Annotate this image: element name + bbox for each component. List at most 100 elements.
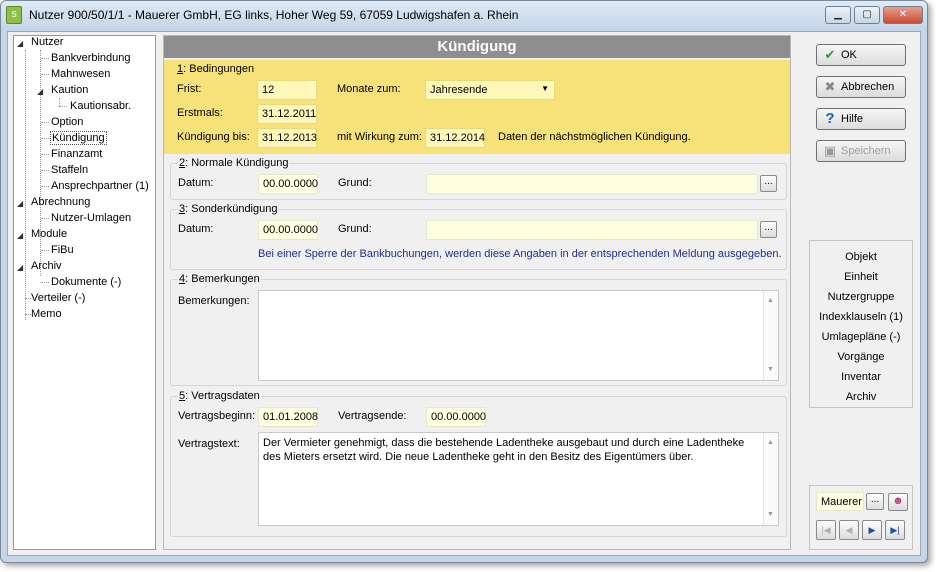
tree-item-bankverbindung[interactable]: Bankverbindung bbox=[51, 52, 131, 64]
check-icon: ✔ bbox=[824, 47, 836, 62]
people-icon[interactable]: ☻ bbox=[888, 493, 908, 511]
frist-label: Frist: bbox=[177, 83, 202, 95]
help-button[interactable]: ? Hilfe bbox=[816, 108, 906, 130]
kuendigung-bis-field[interactable]: 31.12.2013 bbox=[257, 128, 317, 148]
datum-label: Datum: bbox=[178, 223, 214, 235]
expand-icon[interactable]: ◢ bbox=[17, 39, 23, 48]
scroll-down-icon[interactable]: ▼ bbox=[767, 508, 774, 522]
datum-field[interactable]: 00.00.0000 bbox=[258, 220, 318, 240]
scroll-up-icon[interactable]: ▲ bbox=[767, 436, 774, 450]
tree-item-nutzer[interactable]: Nutzer bbox=[31, 36, 63, 48]
main-panel: Kündigung 1: Bedingungen Frist: 12 Monat… bbox=[163, 35, 791, 550]
normale-kuendigung-group: 2: Normale Kündigung Datum: 00.00.0000 G… bbox=[167, 156, 787, 200]
chevron-down-icon: ▼ bbox=[541, 84, 549, 93]
erstmals-field[interactable]: 31.12.2011 bbox=[257, 104, 317, 124]
tree-item-memo[interactable]: Memo bbox=[31, 308, 62, 320]
app-icon: S bbox=[6, 6, 22, 24]
cancel-icon: ✖ bbox=[824, 79, 836, 94]
grund-field[interactable] bbox=[426, 174, 758, 194]
grund-field[interactable] bbox=[426, 220, 758, 240]
erstmals-label: Erstmals: bbox=[177, 107, 223, 119]
monate-select[interactable]: Jahresende ▼ bbox=[425, 80, 555, 100]
kuendigung-bis-label: Kündigung bis: bbox=[177, 131, 250, 143]
group-title: 3: Sonderkündigung bbox=[178, 203, 279, 215]
application-window: S Nutzer 900/50/1/1 - Mauerer GmbH, EG l… bbox=[0, 0, 928, 563]
group-title: 4: Bemerkungen bbox=[178, 273, 261, 285]
vertragstext-textarea[interactable]: Der Vermieter genehmigt, dass die besteh… bbox=[258, 432, 779, 526]
link-inventar[interactable]: Inventar bbox=[810, 371, 912, 383]
tree-item-dokumente[interactable]: Dokumente (-) bbox=[51, 276, 121, 288]
vertragsende-field[interactable]: 00.00.0000 bbox=[426, 407, 486, 427]
link-archiv[interactable]: Archiv bbox=[810, 391, 912, 403]
link-indexklauseln[interactable]: Indexklauseln (1) bbox=[810, 311, 912, 323]
tree-item-nutzer-umlagen[interactable]: Nutzer-Umlagen bbox=[51, 212, 131, 224]
tree-item-module[interactable]: Module bbox=[31, 228, 67, 240]
tree-item-mahnwesen[interactable]: Mahnwesen bbox=[51, 68, 110, 80]
close-button[interactable]: ✕ bbox=[883, 6, 923, 24]
sonderkuendigung-group: 3: Sonderkündigung Datum: 00.00.0000 Gru… bbox=[167, 202, 787, 270]
scrollbar[interactable]: ▲ ▼ bbox=[763, 433, 778, 525]
ok-button[interactable]: ✔ OK bbox=[816, 44, 906, 66]
maximize-button[interactable]: ▢ bbox=[854, 6, 880, 24]
tree-item-option[interactable]: Option bbox=[51, 116, 83, 128]
tree-item-staffeln[interactable]: Staffeln bbox=[51, 164, 88, 176]
expand-icon[interactable]: ◢ bbox=[17, 199, 23, 208]
last-record-button[interactable]: ▶| bbox=[885, 520, 905, 540]
cancel-button[interactable]: ✖ Abbrechen bbox=[816, 76, 906, 98]
tree-item-archiv[interactable]: Archiv bbox=[31, 260, 62, 272]
vertragsbeginn-field[interactable]: 01.01.2008 bbox=[258, 407, 318, 427]
link-nutzergruppe[interactable]: Nutzergruppe bbox=[810, 291, 912, 303]
navigation-tree: ◢ Nutzer Bankverbindung Mahnwesen ◢ Kaut… bbox=[13, 35, 156, 550]
link-vorgaenge[interactable]: Vorgänge bbox=[810, 351, 912, 363]
save-button[interactable]: ▣ Speichern bbox=[816, 140, 906, 162]
browse-button[interactable]: ... bbox=[760, 175, 777, 192]
tree-item-kaution[interactable]: Kaution bbox=[51, 84, 88, 96]
record-name-field[interactable]: Mauerer bbox=[816, 492, 864, 511]
prev-record-button[interactable]: ◀ bbox=[839, 520, 859, 540]
link-umlageplaene[interactable]: Umlagepläne (-) bbox=[810, 331, 912, 343]
expand-icon[interactable]: ◢ bbox=[37, 87, 43, 96]
floppy-disk-icon: ▣ bbox=[823, 143, 837, 158]
minimize-button[interactable]: ▁ bbox=[825, 6, 851, 24]
tree-item-verteiler[interactable]: Verteiler (-) bbox=[31, 292, 85, 304]
bemerkungen-label: Bemerkungen: bbox=[178, 295, 250, 307]
tree-item-finanzamt[interactable]: Finanzamt bbox=[51, 148, 102, 160]
browse-button[interactable]: ... bbox=[760, 221, 777, 238]
next-record-button[interactable]: ▶ bbox=[862, 520, 882, 540]
bemerkungen-textarea[interactable]: ▲ ▼ bbox=[258, 290, 779, 381]
title-bar: S Nutzer 900/50/1/1 - Mauerer GmbH, EG l… bbox=[1, 1, 927, 31]
grund-label: Grund: bbox=[338, 223, 372, 235]
info-text: Bei einer Sperre der Bankbuchungen, werd… bbox=[258, 248, 782, 260]
frist-field[interactable]: 12 bbox=[257, 80, 317, 100]
scrollbar[interactable]: ▲ ▼ bbox=[763, 291, 778, 380]
vertragstext-label: Vertragstext: bbox=[178, 438, 240, 450]
vertragsende-label: Vertragsende: bbox=[338, 410, 407, 422]
expand-icon[interactable]: ◢ bbox=[17, 263, 23, 272]
tree-item-fibu[interactable]: FiBu bbox=[51, 244, 74, 256]
bedingungen-group: 1: Bedingungen Frist: 12 Monate zum: Jah… bbox=[164, 60, 790, 154]
window-title: Nutzer 900/50/1/1 - Mauerer GmbH, EG lin… bbox=[29, 8, 519, 22]
group-title: 1: Bedingungen bbox=[177, 63, 255, 75]
link-einheit[interactable]: Einheit bbox=[810, 271, 912, 283]
wirkung-label: mit Wirkung zum: bbox=[337, 131, 422, 143]
first-record-button[interactable]: |◀ bbox=[816, 520, 836, 540]
link-objekt[interactable]: Objekt bbox=[810, 251, 912, 263]
expand-icon[interactable]: ◢ bbox=[17, 231, 23, 240]
record-navigator: Mauerer ... ☻ |◀ ◀ ▶ ▶| bbox=[809, 485, 913, 550]
record-browse-button[interactable]: ... bbox=[866, 493, 884, 510]
datum-field[interactable]: 00.00.0000 bbox=[258, 174, 318, 194]
hint-text: Daten der nächstmöglichen Kündigung. bbox=[498, 131, 691, 143]
grund-label: Grund: bbox=[338, 177, 372, 189]
help-icon: ? bbox=[825, 110, 835, 127]
tree-item-kautionsabr[interactable]: Kautionsabr. bbox=[70, 100, 131, 112]
action-panel: ✔ OK ✖ Abbrechen ? Hilfe ▣ Speichern Objekt … bbox=[803, 35, 915, 550]
scroll-down-icon[interactable]: ▼ bbox=[767, 363, 774, 377]
tree-item-abrechnung[interactable]: Abrechnung bbox=[31, 196, 90, 208]
monate-label: Monate zum: bbox=[337, 83, 401, 95]
scroll-up-icon[interactable]: ▲ bbox=[767, 294, 774, 308]
page-title: Kündigung bbox=[164, 36, 790, 58]
related-links-panel: Objekt Einheit Nutzergruppe Indexklausel… bbox=[809, 240, 913, 408]
tree-item-kuendigung[interactable]: Kündigung bbox=[50, 131, 107, 145]
wirkung-field[interactable]: 31.12.2014 bbox=[425, 128, 485, 148]
tree-item-ansprechpartner[interactable]: Ansprechpartner (1) bbox=[51, 180, 149, 192]
